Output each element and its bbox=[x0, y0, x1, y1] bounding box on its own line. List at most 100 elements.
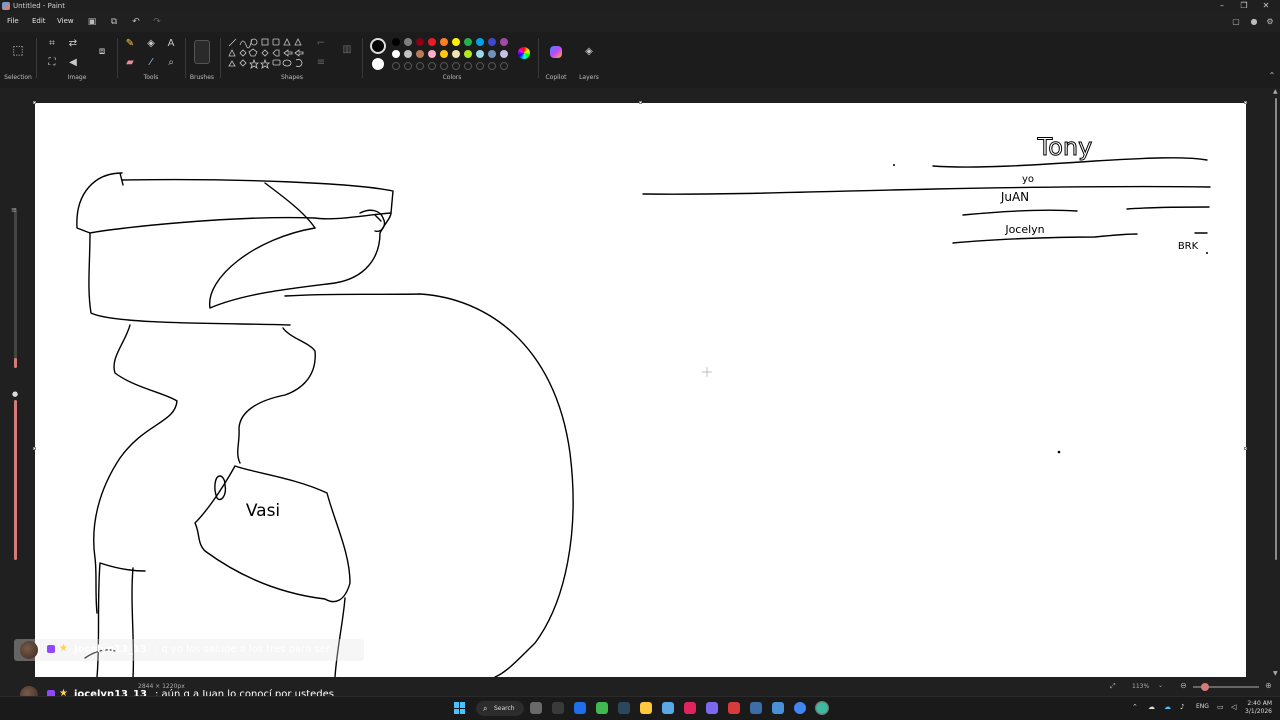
discord-icon[interactable] bbox=[706, 702, 718, 714]
collapse-ribbon-icon[interactable]: ⌃ bbox=[1265, 70, 1279, 84]
custom-color-slot[interactable] bbox=[404, 62, 412, 70]
pencil-icon[interactable]: ✎ bbox=[123, 38, 137, 52]
volume-icon[interactable]: ◁ bbox=[1231, 703, 1236, 711]
color-swatch[interactable] bbox=[488, 50, 496, 58]
close-icon[interactable]: ✕ bbox=[1256, 0, 1276, 12]
fit-icon[interactable]: ⤢ bbox=[1110, 682, 1116, 691]
clock-time[interactable]: 2:40 AM bbox=[1244, 700, 1272, 707]
color-swatch[interactable] bbox=[464, 38, 472, 46]
custom-color-slot[interactable] bbox=[452, 62, 460, 70]
app-icon[interactable] bbox=[596, 702, 608, 714]
color-swatch[interactable] bbox=[476, 50, 484, 58]
zoom-dropdown-icon[interactable]: ⌄ bbox=[1158, 682, 1163, 689]
zoom-out-icon[interactable]: ⊖ bbox=[1180, 681, 1187, 690]
zoom-slider-thumb[interactable] bbox=[1201, 683, 1209, 691]
custom-color-slot[interactable] bbox=[488, 62, 496, 70]
app-icon[interactable] bbox=[728, 702, 740, 714]
layers-icon[interactable]: ◈ bbox=[582, 46, 596, 60]
primary-color-swatch[interactable] bbox=[370, 38, 386, 54]
custom-color-slot[interactable] bbox=[440, 62, 448, 70]
copilot-icon[interactable] bbox=[550, 46, 562, 58]
rotate-icon[interactable]: ◀ bbox=[66, 57, 80, 71]
task-view-icon[interactable] bbox=[530, 702, 542, 714]
magnifier-icon[interactable]: ⌕ bbox=[164, 57, 178, 71]
color-swatch[interactable] bbox=[464, 50, 472, 58]
opacity-slider[interactable] bbox=[14, 400, 17, 560]
outline-icon[interactable]: ⌐ bbox=[314, 38, 328, 52]
opera-icon[interactable] bbox=[684, 702, 696, 714]
chrome-icon[interactable] bbox=[794, 702, 806, 714]
color-swatch[interactable] bbox=[404, 50, 412, 58]
cloud-icon[interactable]: ☁ bbox=[1164, 703, 1171, 711]
color-swatch[interactable] bbox=[476, 38, 484, 46]
group-label-image[interactable]: Image bbox=[60, 74, 94, 81]
color-swatch[interactable] bbox=[452, 50, 460, 58]
resize-handle[interactable] bbox=[33, 447, 36, 450]
color-swatch[interactable] bbox=[428, 50, 436, 58]
edge-icon[interactable] bbox=[574, 702, 586, 714]
custom-color-slot[interactable] bbox=[416, 62, 424, 70]
app-icon[interactable] bbox=[750, 702, 762, 714]
edit-colors-icon[interactable] bbox=[518, 47, 530, 59]
redo-icon[interactable]: ↷ bbox=[151, 16, 163, 28]
color-swatch[interactable] bbox=[440, 50, 448, 58]
clock-date[interactable]: 3/1/2026 bbox=[1244, 708, 1272, 715]
custom-color-slot[interactable] bbox=[464, 62, 472, 70]
color-swatch[interactable] bbox=[500, 50, 508, 58]
group-label-layers[interactable]: Layers bbox=[573, 74, 605, 81]
crop-icon[interactable]: ⌗ bbox=[45, 38, 59, 52]
color-swatch[interactable] bbox=[500, 38, 508, 46]
settings-icon[interactable]: ⚙ bbox=[1264, 16, 1276, 28]
fill-icon[interactable]: ◈ bbox=[144, 38, 158, 52]
group-label-tools[interactable]: Tools bbox=[135, 74, 167, 81]
menu-view[interactable]: View bbox=[57, 17, 74, 25]
select-all-icon[interactable]: ⧈ bbox=[95, 46, 109, 60]
text-icon[interactable]: A bbox=[164, 38, 178, 52]
secondary-color-swatch[interactable] bbox=[372, 58, 384, 70]
color-swatch[interactable] bbox=[452, 38, 460, 46]
menu-edit[interactable]: Edit bbox=[32, 17, 46, 25]
file-explorer-icon[interactable] bbox=[640, 702, 652, 714]
steam-icon[interactable] bbox=[618, 702, 630, 714]
paint-taskbar-icon[interactable] bbox=[815, 701, 829, 715]
scroll-down-icon[interactable]: ▼ bbox=[1273, 670, 1278, 677]
save-icon[interactable]: ▣ bbox=[86, 16, 98, 28]
minimize-icon[interactable]: – bbox=[1212, 0, 1232, 12]
mic-icon[interactable]: ♪ bbox=[1180, 703, 1184, 711]
group-label-brushes[interactable]: Brushes bbox=[186, 74, 218, 81]
custom-color-slot[interactable] bbox=[500, 62, 508, 70]
color-swatch[interactable] bbox=[392, 50, 400, 58]
zoom-level[interactable]: 113% bbox=[1132, 683, 1149, 690]
color-swatch[interactable] bbox=[416, 38, 424, 46]
shapes-gallery[interactable] bbox=[226, 37, 306, 73]
scroll-up-icon[interactable]: ▲ bbox=[1273, 88, 1278, 95]
color-swatch[interactable] bbox=[428, 38, 436, 46]
onedrive-icon[interactable]: ☁ bbox=[1148, 703, 1155, 711]
search-box[interactable]: ⌕ Search bbox=[476, 701, 524, 716]
account-icon[interactable]: ● bbox=[1248, 16, 1260, 28]
color-swatch[interactable] bbox=[404, 38, 412, 46]
start-icon[interactable] bbox=[454, 702, 466, 714]
image-effect-icon[interactable]: ⛶ bbox=[45, 57, 59, 71]
size-icon[interactable]: ≡ bbox=[314, 57, 328, 71]
custom-color-slot[interactable] bbox=[476, 62, 484, 70]
share-icon[interactable]: ⧉ bbox=[108, 16, 120, 28]
color-swatch[interactable] bbox=[440, 38, 448, 46]
vertical-scrollbar[interactable]: ▲ ▼ bbox=[1272, 88, 1280, 680]
maximize-icon[interactable]: ❐ bbox=[1234, 0, 1254, 12]
group-label-colors[interactable]: Colors bbox=[436, 74, 468, 81]
resize-handle[interactable] bbox=[1244, 447, 1247, 450]
eraser-icon[interactable]: ▰ bbox=[123, 57, 137, 71]
group-label-shapes[interactable]: Shapes bbox=[276, 74, 308, 81]
comment-icon[interactable]: ▢ bbox=[1230, 16, 1242, 28]
resize-icon[interactable]: ⇄ bbox=[66, 38, 80, 52]
undo-icon[interactable]: ↶ bbox=[130, 16, 142, 28]
selection-icon[interactable]: ⬚ bbox=[11, 44, 25, 58]
brush-size-slider[interactable] bbox=[14, 208, 17, 368]
widgets-icon[interactable] bbox=[552, 702, 564, 714]
color-swatch[interactable] bbox=[392, 38, 400, 46]
notepad-icon[interactable] bbox=[662, 702, 674, 714]
custom-color-slot[interactable] bbox=[392, 62, 400, 70]
color-picker-icon[interactable]: ⁄ bbox=[144, 57, 158, 71]
language-indicator[interactable]: ENG bbox=[1196, 703, 1209, 710]
